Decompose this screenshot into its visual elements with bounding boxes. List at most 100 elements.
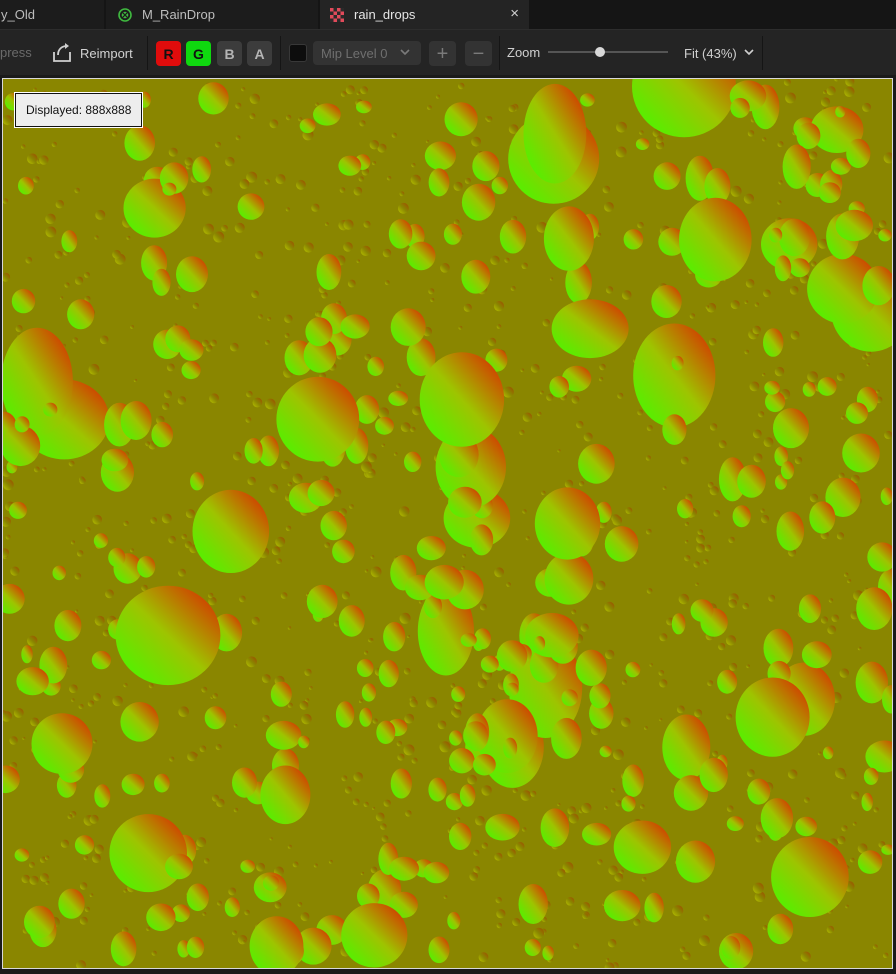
small-droplet [27, 635, 38, 646]
small-droplet [29, 861, 35, 868]
small-droplet [753, 453, 763, 463]
small-droplet [145, 441, 151, 447]
small-droplet [463, 303, 472, 312]
small-droplet [467, 774, 477, 785]
small-droplet [462, 553, 466, 558]
small-droplet [204, 858, 210, 864]
small-droplet [247, 476, 256, 486]
raindrop [644, 892, 664, 923]
small-droplet [862, 102, 872, 112]
raindrop [480, 655, 499, 673]
zoom-slider[interactable] [548, 51, 668, 53]
raindrop [774, 255, 792, 282]
small-droplet [130, 325, 134, 329]
small-droplet [726, 805, 734, 812]
raindrop [9, 501, 27, 519]
small-droplet [74, 572, 82, 580]
small-droplet [490, 255, 500, 265]
small-droplet [542, 319, 550, 327]
small-droplet [84, 906, 90, 913]
small-droplet [573, 943, 579, 949]
small-droplet [510, 286, 516, 291]
small-droplet [699, 935, 710, 947]
small-droplet [95, 209, 106, 220]
reimport-button[interactable]: Reimport [52, 40, 133, 66]
displayed-size-label: Displayed: 888x888 [15, 93, 143, 127]
small-droplet [168, 535, 176, 544]
compress-button[interactable]: press [0, 45, 32, 60]
raindrop [120, 401, 152, 440]
raindrop [176, 256, 208, 293]
small-droplet [79, 882, 88, 890]
raindrop [580, 93, 595, 107]
small-droplet [837, 836, 846, 845]
small-droplet [345, 85, 355, 95]
small-droplet [637, 221, 644, 229]
zoom-fit-dropdown[interactable]: Fit (43%) [684, 44, 755, 63]
small-droplet [684, 555, 691, 562]
small-droplet [546, 393, 554, 401]
raindrop [582, 822, 612, 846]
mip-decrease-button[interactable]: − [465, 41, 492, 66]
raindrop [108, 547, 126, 568]
small-droplet [311, 203, 320, 212]
small-droplet [758, 411, 765, 418]
channel-g-toggle[interactable]: G [186, 41, 211, 66]
close-icon[interactable]: × [510, 6, 519, 22]
raindrop [523, 83, 587, 184]
small-droplet [844, 86, 855, 97]
small-droplet [228, 887, 237, 896]
tab-y-old[interactable]: y_Old [0, 0, 104, 29]
small-droplet [192, 302, 199, 309]
texture-viewport[interactable]: Displayed: 888x888 [0, 75, 896, 974]
small-droplet [752, 325, 761, 335]
small-droplet [458, 325, 463, 330]
raindrop [505, 682, 519, 696]
raindrop [542, 945, 554, 961]
small-droplet [150, 517, 157, 524]
raindrop [14, 416, 30, 433]
raindrop [313, 103, 341, 126]
tab-m-raindrop[interactable]: M_RainDrop [106, 0, 318, 29]
small-droplet [481, 842, 488, 849]
small-droplet [427, 105, 432, 110]
small-droplet [353, 772, 364, 782]
mip-checkbox[interactable] [289, 44, 307, 62]
small-droplet [480, 603, 487, 611]
small-droplet [568, 813, 579, 824]
small-droplet [45, 213, 56, 224]
small-droplet [746, 664, 750, 669]
raindrop [276, 376, 360, 462]
small-droplet [356, 259, 360, 263]
small-droplet [315, 102, 319, 106]
small-droplet [672, 905, 684, 917]
channel-r-toggle[interactable]: R [156, 41, 181, 66]
small-droplet [852, 821, 857, 826]
raindrop [690, 599, 714, 622]
raindrop [137, 556, 156, 578]
raindrop [58, 888, 85, 919]
raindrop [390, 308, 426, 346]
mip-increase-button[interactable]: + [429, 41, 456, 66]
raindrop [671, 613, 686, 635]
raindrop [406, 241, 436, 271]
mip-level-dropdown[interactable]: Mip Level 0 [313, 41, 421, 65]
tab-rain-drops[interactable]: rain_drops × [320, 0, 529, 29]
raindrop [485, 813, 520, 841]
raindrop [782, 144, 811, 189]
small-droplet [763, 289, 771, 298]
small-droplet [360, 245, 371, 256]
zoom-slider-thumb[interactable] [594, 47, 605, 57]
small-droplet [285, 525, 292, 531]
small-droplet [382, 248, 392, 258]
reimport-label: Reimport [80, 45, 133, 61]
channel-b-toggle[interactable]: B [217, 41, 242, 66]
small-droplet [212, 794, 219, 802]
small-droplet [202, 186, 213, 196]
small-droplet [809, 493, 819, 503]
raindrop [389, 856, 419, 881]
small-droplet [405, 810, 412, 817]
small-droplet [729, 662, 738, 671]
channel-a-toggle[interactable]: A [247, 41, 272, 66]
small-droplet [684, 521, 690, 527]
